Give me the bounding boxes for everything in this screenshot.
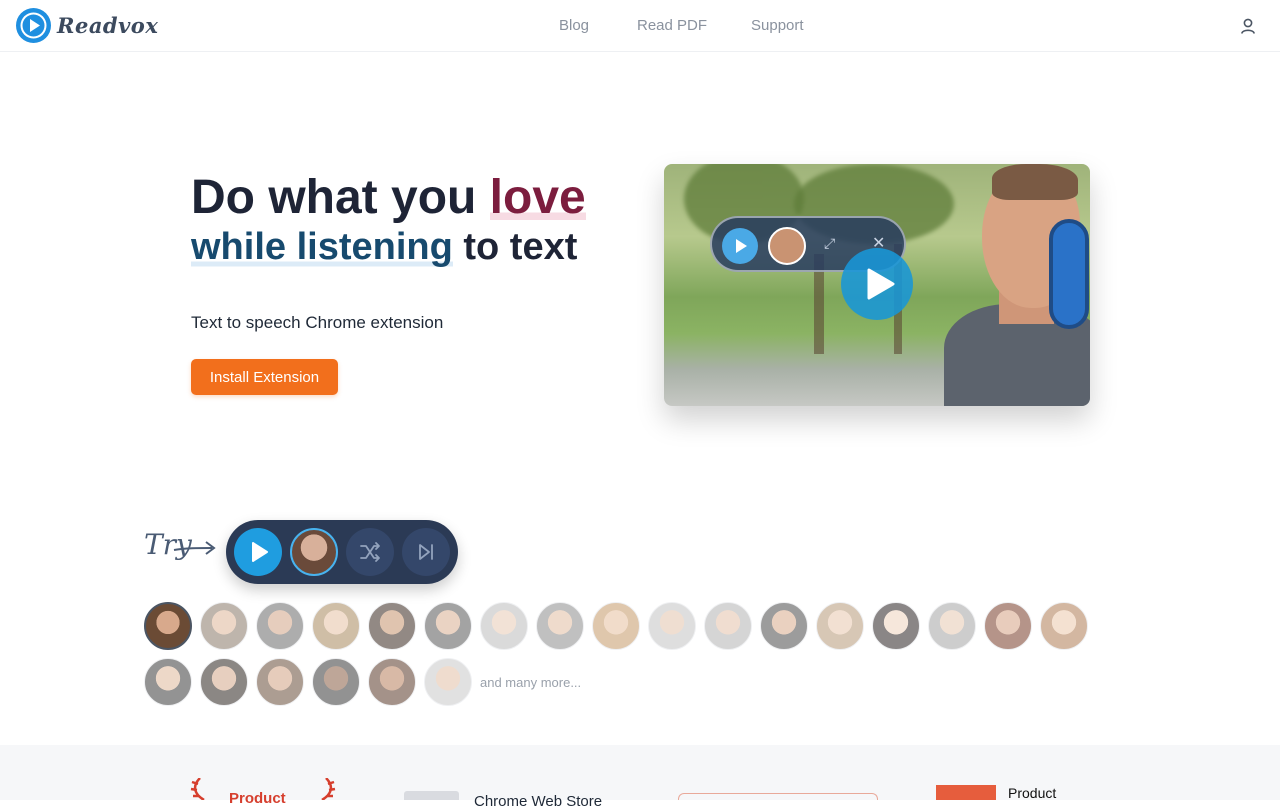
expand-icon: ⤢: [824, 235, 836, 251]
title-love: love: [489, 171, 586, 224]
play-icon: [252, 542, 268, 562]
badge-outline[interactable]: [678, 793, 878, 800]
play-icon: [722, 228, 758, 264]
voice-avatar[interactable]: [648, 602, 696, 650]
user-icon[interactable]: [1238, 16, 1258, 36]
voice-row: and many more...: [144, 658, 1104, 706]
voice-grid: and many more...: [144, 602, 1104, 714]
voice-avatar[interactable]: [536, 602, 584, 650]
voice-avatar[interactable]: [312, 658, 360, 706]
nav-read-pdf[interactable]: Read PDF: [637, 17, 707, 34]
install-extension-button[interactable]: Install Extension: [191, 359, 338, 395]
voice-avatar[interactable]: [1040, 602, 1088, 650]
title-listening: while listening: [191, 226, 453, 268]
demo-video[interactable]: ⤢ ✕: [664, 164, 1090, 406]
headphone-shape: [1049, 219, 1089, 329]
voice-avatar[interactable]: [984, 602, 1032, 650]
header: Readvox Blog Read PDF Support: [0, 0, 1280, 52]
title-text: Do what you: [191, 171, 490, 224]
nav-blog[interactable]: Blog: [559, 17, 589, 34]
voice-player: [226, 520, 458, 584]
product-hunt-logo: [936, 785, 996, 800]
chrome-web-store-logo: [404, 791, 459, 800]
voice-avatar[interactable]: [368, 658, 416, 706]
voice-avatar[interactable]: [144, 658, 192, 706]
voice-avatar[interactable]: [480, 602, 528, 650]
skip-next-icon: [419, 544, 433, 560]
next-button[interactable]: [402, 528, 450, 576]
voice-avatar[interactable]: [200, 602, 248, 650]
hero-title: Do what you love while listening to text: [191, 171, 586, 270]
voice-avatar[interactable]: [144, 602, 192, 650]
hero-subtitle: Text to speech Chrome extension: [191, 313, 444, 332]
voice-avatar[interactable]: [592, 602, 640, 650]
shuffle-button[interactable]: [346, 528, 394, 576]
person-shape: [992, 164, 1078, 200]
voice-avatar[interactable]: [312, 602, 360, 650]
voice-avatar[interactable]: [704, 602, 752, 650]
video-play-button[interactable]: [841, 248, 913, 320]
arrow-right-icon: [173, 541, 216, 555]
avatar: [768, 227, 806, 265]
play-logo-icon: [16, 8, 51, 43]
voice-avatar[interactable]: [424, 602, 472, 650]
more-voices-label: and many more...: [480, 674, 582, 690]
voice-avatar[interactable]: [256, 658, 304, 706]
logo[interactable]: Readvox: [16, 8, 158, 43]
logo-text: Readvox: [57, 13, 159, 38]
chrome-web-store-text[interactable]: Chrome Web Store: [474, 793, 602, 810]
voice-avatar[interactable]: [256, 602, 304, 650]
voice-avatar[interactable]: [872, 602, 920, 650]
voice-row: [144, 602, 1104, 650]
shuffle-icon: [360, 542, 380, 562]
play-button[interactable]: [234, 528, 282, 576]
product-badge-text[interactable]: Product: [1008, 785, 1056, 801]
voice-avatar[interactable]: [760, 602, 808, 650]
voice-avatar[interactable]: [928, 602, 976, 650]
voice-avatar[interactable]: [368, 602, 416, 650]
title-text-2: to text: [452, 226, 578, 268]
voice-avatar[interactable]: [424, 658, 472, 706]
nav-support[interactable]: Support: [751, 17, 804, 34]
voice-avatar[interactable]: [200, 658, 248, 706]
selected-voice-avatar[interactable]: [290, 528, 338, 576]
voice-avatar[interactable]: [816, 602, 864, 650]
product-hunt-badge-text[interactable]: Product: [229, 790, 286, 807]
